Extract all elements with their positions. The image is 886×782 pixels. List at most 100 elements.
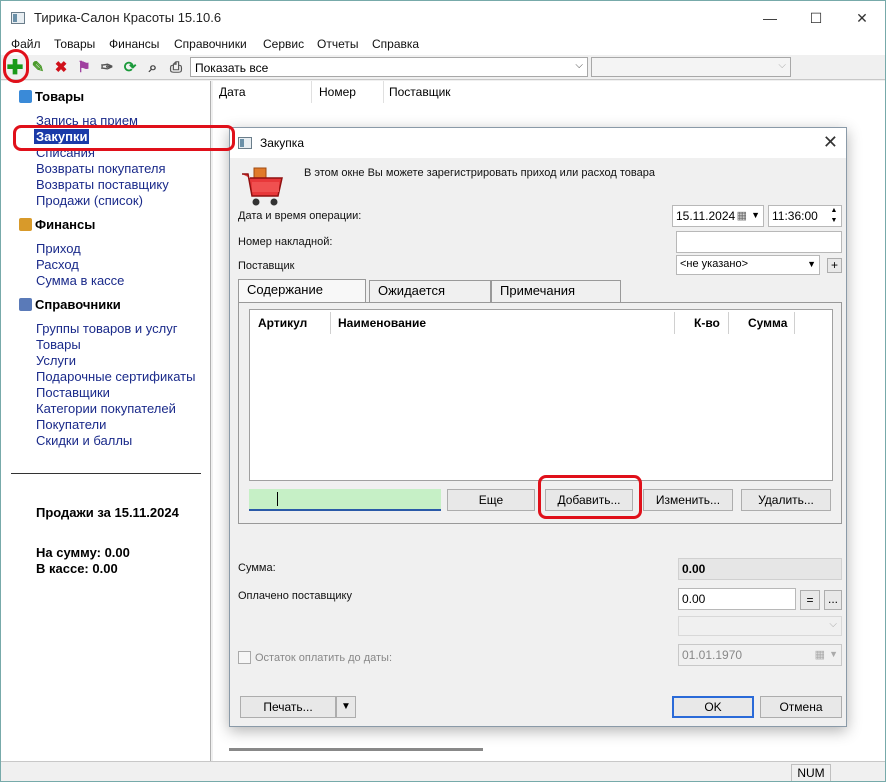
app-icon [11, 12, 25, 24]
sidebar-item-supplier-returns[interactable]: Возвраты поставщику [36, 177, 169, 192]
calendar-icon: ▦ [814, 649, 825, 661]
grid-col-article[interactable]: Артикул [258, 316, 307, 330]
chevron-down-icon: ⌵ [575, 60, 583, 71]
dialog-close-icon[interactable]: ✕ [823, 132, 838, 153]
remainder-checkbox[interactable] [238, 651, 251, 664]
menu-finance[interactable]: Финансы [109, 37, 159, 51]
chevron-down-icon: ▼ [829, 649, 838, 659]
cancel-button[interactable]: Отмена [760, 696, 842, 718]
edit-item-button[interactable]: Изменить... [643, 489, 733, 511]
grid-col-separator [330, 312, 331, 334]
date-value: 15.11.2024 [676, 209, 736, 223]
print-icon[interactable]: ⎙ [166, 58, 186, 78]
chevron-down-icon: ▼ [807, 259, 816, 269]
print-dropdown-icon[interactable]: ▼ [336, 696, 356, 718]
sidebar-item-customer-categories[interactable]: Категории покупателей [36, 401, 176, 416]
menu-bar: Файл Товары Финансы Справочники Сервис О… [1, 35, 885, 55]
num-lock-indicator: NUM [791, 764, 831, 781]
close-icon[interactable]: ✕ [839, 1, 885, 35]
sum-label: Сумма: [238, 562, 276, 574]
sales-sum: На сумму: 0.00 [36, 545, 130, 560]
section-goods[interactable]: Товары [19, 89, 84, 104]
sidebar-item-cash[interactable]: Сумма в кассе [36, 273, 124, 288]
search-icon[interactable]: ⌕ [143, 58, 163, 78]
date-time-label: Дата и время операции: [238, 210, 362, 222]
refresh-icon[interactable]: ⟳ [120, 58, 140, 78]
menu-goods[interactable]: Товары [54, 37, 95, 51]
grid-col-name[interactable]: Наименование [338, 316, 426, 330]
paid-value: 0.00 [682, 592, 706, 606]
grid-col-qty[interactable]: К-во [694, 316, 720, 330]
annotation-purchases-highlight [13, 125, 235, 151]
dialog-title: Закупка [260, 136, 304, 150]
minimize-icon[interactable]: — [747, 1, 793, 35]
annotation-add-highlight [3, 49, 29, 83]
supplier-select[interactable]: <не указано> ▼ [676, 255, 820, 275]
remainder-label: Остаток оплатить до даты: [255, 652, 393, 664]
toolbar: ✚ ✎ ✖ ⚑ ✑ ⟳ ⌕ ⎙ Показать все ⌵ ⌵ [1, 56, 885, 80]
sidebar-item-gift-certificates[interactable]: Подарочные сертификаты [36, 369, 195, 384]
sidebar-item-suppliers[interactable]: Поставщики [36, 385, 110, 400]
sidebar-item-customer-returns[interactable]: Возвраты покупателя [36, 161, 166, 176]
column-supplier[interactable]: Поставщик [389, 85, 451, 99]
menu-reports[interactable]: Отчеты [317, 37, 358, 51]
tab-expected[interactable]: Ожидается [369, 280, 491, 302]
coins-icon [19, 218, 32, 231]
section-goods-title: Товары [35, 89, 85, 104]
sales-date-title: Продажи за 15.11.2024 [36, 505, 179, 520]
section-finance[interactable]: Финансы [19, 217, 95, 232]
menu-help[interactable]: Справка [372, 37, 419, 51]
maximize-icon[interactable]: ☐ [793, 1, 839, 35]
supplier-label: Поставщик [238, 260, 295, 272]
edit-pencil-icon[interactable]: ✎ [28, 58, 48, 78]
section-finance-title: Финансы [35, 217, 96, 232]
grid-col-sum[interactable]: Сумма [748, 316, 787, 330]
print-button[interactable]: Печать... [240, 696, 336, 718]
ellipsis-button[interactable]: ... [824, 590, 842, 610]
secondary-filter-select[interactable]: ⌵ [591, 57, 791, 77]
barcode-input[interactable] [249, 489, 441, 511]
horizontal-scrollbar[interactable] [229, 748, 483, 751]
flag-icon[interactable]: ⚑ [74, 58, 94, 78]
delete-icon[interactable]: ✖ [51, 58, 71, 78]
column-date[interactable]: Дата [219, 85, 246, 99]
book-icon [19, 298, 32, 311]
status-bar: NUM [1, 761, 885, 781]
add-supplier-button[interactable]: + [827, 258, 842, 273]
items-grid[interactable]: Артикул Наименование К-во Сумма [249, 309, 833, 481]
ok-button[interactable]: OK [672, 696, 754, 718]
grid-col-separator [794, 312, 795, 334]
sidebar-item-expense[interactable]: Расход [36, 257, 79, 272]
filter-select[interactable]: Показать все ⌵ [190, 57, 588, 77]
invoice-number-input[interactable] [676, 231, 842, 253]
dialog-title-bar: Закупка ✕ [230, 128, 846, 158]
invoice-number-label: Номер накладной: [238, 236, 333, 248]
paid-input[interactable]: 0.00 [678, 588, 796, 610]
more-button[interactable]: Еще [447, 489, 535, 511]
chevron-down-icon: ⌵ [778, 60, 786, 71]
section-references[interactable]: Справочники [19, 297, 121, 312]
column-number[interactable]: Номер [319, 85, 356, 99]
remainder-date-value: 01.01.1970 [682, 648, 743, 662]
menu-references[interactable]: Справочники [174, 37, 247, 51]
spinner-icon[interactable]: ▲ ▼ [829, 206, 839, 226]
sidebar-item-services[interactable]: Услуги [36, 353, 76, 368]
sidebar-item-discounts[interactable]: Скидки и баллы [36, 433, 132, 448]
sidebar-item-income[interactable]: Приход [36, 241, 81, 256]
sidebar-item-sales-list[interactable]: Продажи (список) [36, 193, 143, 208]
chevron-down-icon: ▼ [751, 210, 760, 220]
equals-button[interactable]: = [800, 590, 820, 610]
sidebar-item-goods[interactable]: Товары [36, 337, 81, 352]
pin-icon[interactable]: ✑ [97, 58, 117, 78]
delete-item-button[interactable]: Удалить... [741, 489, 831, 511]
date-picker[interactable]: 15.11.2024 ▦ ▼ [672, 205, 764, 227]
shopping-cart-icon [242, 167, 283, 206]
sidebar-item-groups[interactable]: Группы товаров и услуг [36, 321, 178, 336]
sum-value: 0.00 [682, 562, 706, 576]
tab-contents[interactable]: Содержание [238, 279, 366, 303]
time-picker[interactable]: 11:36:00 ▲ ▼ [768, 205, 842, 227]
tab-notes[interactable]: Примечания [491, 280, 621, 302]
menu-service[interactable]: Сервис [263, 37, 304, 51]
main-window: Тирика-Салон Красоты 15.10.6 — ☐ ✕ Файл … [0, 0, 886, 782]
sidebar-item-customers[interactable]: Покупатели [36, 417, 106, 432]
